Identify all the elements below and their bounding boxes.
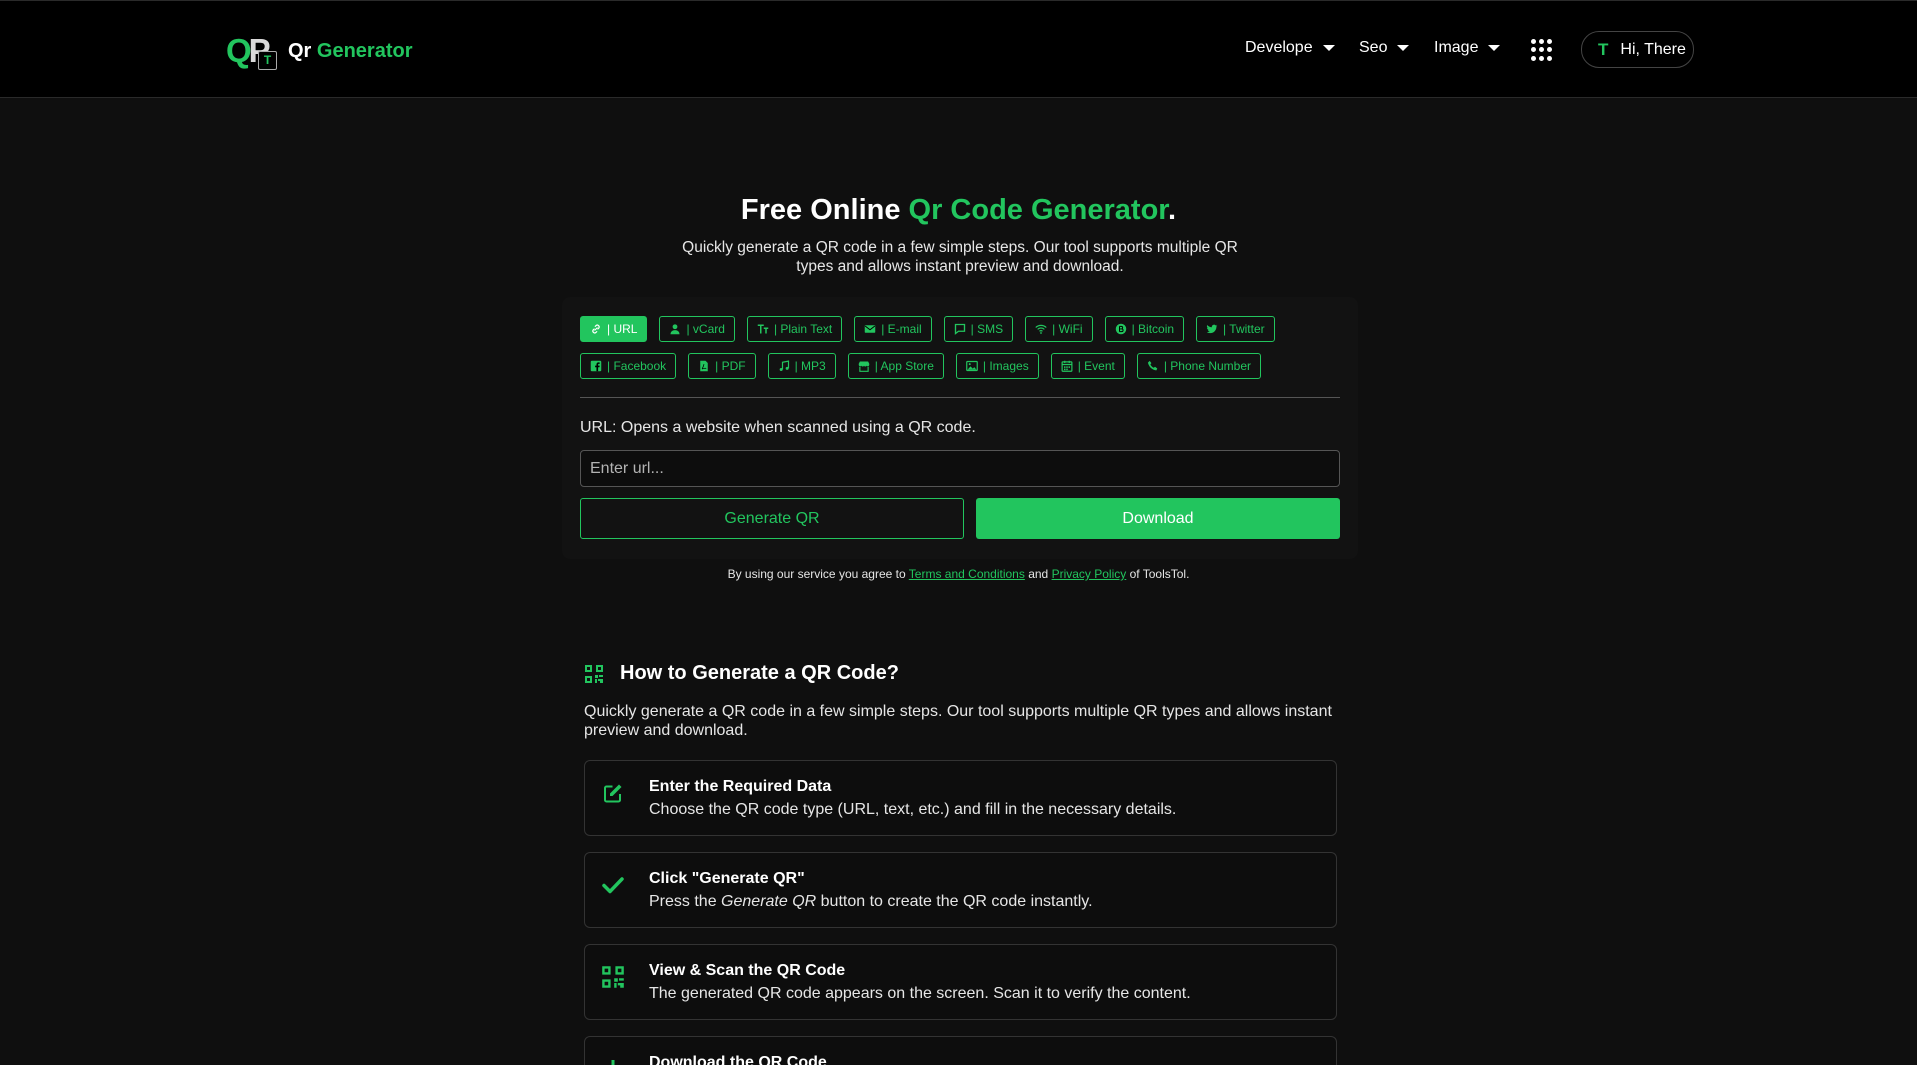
- calendar-icon: [1061, 360, 1073, 372]
- mail-icon: [864, 325, 876, 333]
- howto-step: Enter the Required Data Choose the QR co…: [584, 760, 1337, 836]
- type-facebook-button[interactable]: | Facebook: [580, 353, 677, 379]
- qr-type-row: | URL | vCard | Plain Text | E-mail | SM…: [580, 316, 1340, 342]
- logo-text: Qr Generator: [288, 40, 413, 63]
- howto-step: Click "Generate QR" Press the Generate Q…: [584, 852, 1337, 928]
- logo-mark: QP T: [226, 31, 278, 71]
- type-event-button[interactable]: | Event: [1050, 353, 1125, 379]
- twitter-icon: [1206, 324, 1218, 334]
- type-url-button[interactable]: | URL: [580, 316, 648, 342]
- form-divider: [580, 397, 1340, 398]
- page-subtitle: Quickly generate a QR code in a few simp…: [682, 239, 1238, 275]
- chat-icon: [954, 323, 965, 335]
- logo-suffix: Generator: [316, 39, 413, 62]
- phone-icon: [1147, 360, 1158, 371]
- user-menu-button[interactable]: T Hi, There: [1581, 31, 1694, 68]
- site-logo[interactable]: QP T Qr Generator: [226, 31, 413, 71]
- image-icon: [966, 360, 978, 372]
- download-button[interactable]: Download: [976, 498, 1340, 539]
- howto-heading: How to Generate a QR Code?: [584, 662, 899, 685]
- nav-label: Image: [1434, 39, 1479, 56]
- user-avatar: T: [1598, 39, 1609, 59]
- caret-down-icon: [1322, 45, 1335, 51]
- type-email-button[interactable]: | E-mail: [854, 316, 932, 342]
- qr-type-description: URL: Opens a website when scanned using …: [580, 419, 976, 436]
- facebook-icon: [590, 360, 602, 372]
- nav-seo[interactable]: Seo: [1359, 39, 1410, 57]
- bitcoin-icon: [1115, 323, 1126, 335]
- nav-label: Develope: [1245, 39, 1313, 56]
- text-icon: [757, 324, 769, 334]
- type-wifi-button[interactable]: | WiFi: [1025, 316, 1093, 342]
- nav-develope[interactable]: Develope: [1245, 39, 1335, 57]
- url-input[interactable]: [580, 450, 1340, 487]
- type-pdf-button[interactable]: | PDF: [688, 353, 756, 379]
- qr-type-selector: | URL | vCard | Plain Text | E-mail | SM…: [580, 316, 1340, 390]
- logo-badge: T: [258, 51, 277, 70]
- type-bitcoin-button[interactable]: | Bitcoin: [1104, 316, 1185, 342]
- page-title: Free Online Qr Code Generator.: [740, 194, 1177, 226]
- type-twitter-button[interactable]: | Twitter: [1196, 316, 1275, 342]
- qr-code-icon: [585, 664, 603, 683]
- caret-down-icon: [1397, 45, 1410, 51]
- type-app-store-button[interactable]: | App Store: [847, 353, 944, 379]
- howto-step: Download the QR Code: [584, 1036, 1337, 1065]
- top-navbar: QP T Qr Generator Develope Seo Image T H…: [0, 0, 1917, 98]
- type-mp3-button[interactable]: | MP3: [767, 353, 836, 379]
- wifi-icon: [1035, 324, 1047, 334]
- terms-link[interactable]: Terms and Conditions: [909, 567, 1025, 581]
- type-phone-number-button[interactable]: | Phone Number: [1136, 353, 1262, 379]
- caret-down-icon: [1488, 45, 1501, 51]
- edit-icon: [604, 784, 622, 803]
- qr-code-icon: [602, 966, 624, 988]
- generate-qr-button[interactable]: Generate QR: [580, 498, 964, 539]
- type-vcard-button[interactable]: | vCard: [659, 316, 735, 342]
- howto-step: View & Scan the QR Code The generated QR…: [584, 944, 1337, 1020]
- qr-type-row: | Facebook | PDF | MP3 | App Store | Ima…: [580, 353, 1340, 379]
- nav-image[interactable]: Image: [1434, 39, 1501, 57]
- howto-subtitle: Quickly generate a QR code in a few simp…: [584, 703, 1332, 739]
- music-icon: [779, 360, 789, 372]
- store-icon: [858, 361, 869, 372]
- user-greeting: Hi, There: [1620, 40, 1686, 58]
- type-plain-text-button[interactable]: | Plain Text: [746, 316, 843, 342]
- check-icon: [602, 877, 624, 894]
- logo-prefix: Qr: [288, 39, 312, 62]
- type-sms-button[interactable]: | SMS: [943, 316, 1014, 342]
- nav-label: Seo: [1359, 39, 1388, 56]
- pdf-icon: [700, 360, 708, 372]
- apps-grid-icon[interactable]: [1531, 39, 1553, 61]
- download-icon: [611, 1060, 615, 1065]
- privacy-link[interactable]: Privacy Policy: [1052, 567, 1127, 581]
- user-icon: [670, 324, 680, 335]
- terms-notice: By using our service you agree to Terms …: [727, 567, 1190, 581]
- type-images-button[interactable]: | Images: [955, 353, 1039, 379]
- link-icon: [592, 324, 600, 334]
